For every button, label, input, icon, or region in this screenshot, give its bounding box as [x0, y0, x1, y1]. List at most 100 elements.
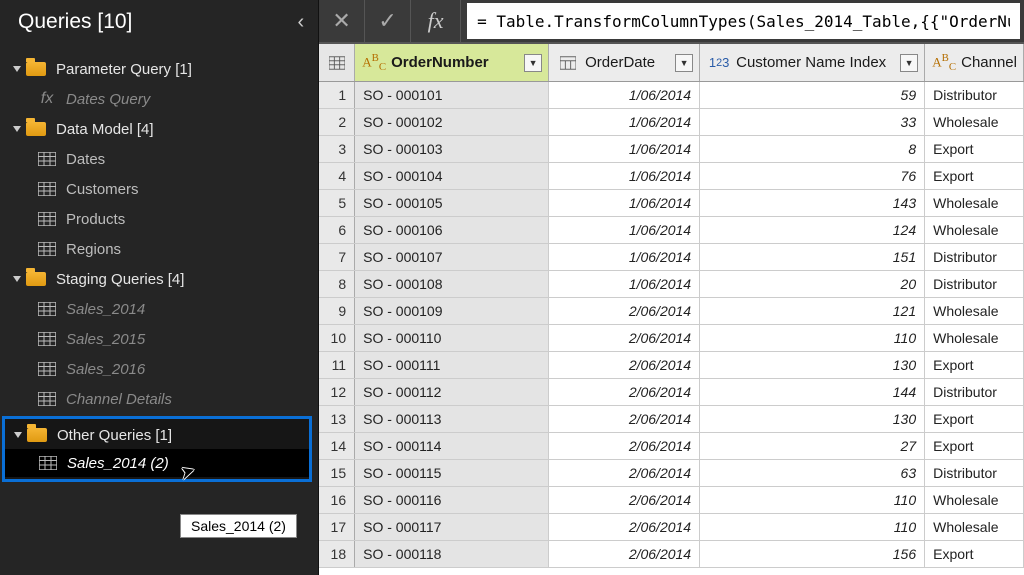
query-item[interactable]: Sales_2016	[0, 354, 318, 384]
queries-group-selected[interactable]: Other Queries [1] Sales_2014 (2) ➤	[2, 416, 312, 482]
column-header-orderdate[interactable]: OrderDate ▼	[549, 44, 700, 81]
row-number[interactable]: 16	[319, 487, 355, 513]
cell-orderdate[interactable]: 2/06/2014	[549, 325, 700, 351]
cell-customerindex[interactable]: 8	[700, 136, 925, 162]
table-row[interactable]: 9SO - 0001092/06/2014121Wholesale	[319, 298, 1024, 325]
cell-customerindex[interactable]: 110	[700, 487, 925, 513]
queries-group[interactable]: Staging Queries [4]	[0, 264, 318, 294]
cell-customerindex[interactable]: 76	[700, 163, 925, 189]
column-header-ordernumber[interactable]: ABC OrderNumber ▼	[355, 44, 549, 81]
cell-orderdate[interactable]: 2/06/2014	[549, 379, 700, 405]
table-row[interactable]: 7SO - 0001071/06/2014151Distributor	[319, 244, 1024, 271]
table-row[interactable]: 3SO - 0001031/06/20148Export	[319, 136, 1024, 163]
row-number[interactable]: 15	[319, 460, 355, 486]
row-number[interactable]: 7	[319, 244, 355, 270]
cell-customerindex[interactable]: 110	[700, 325, 925, 351]
table-row[interactable]: 4SO - 0001041/06/201476Export	[319, 163, 1024, 190]
cell-channel[interactable]: Export	[925, 406, 1024, 432]
cell-ordernumber[interactable]: SO - 000113	[355, 406, 549, 432]
cell-ordernumber[interactable]: SO - 000106	[355, 217, 549, 243]
cell-orderdate[interactable]: 1/06/2014	[549, 82, 700, 108]
row-number[interactable]: 17	[319, 514, 355, 540]
cell-channel[interactable]: Distributor	[925, 244, 1024, 270]
table-row[interactable]: 12SO - 0001122/06/2014144Distributor	[319, 379, 1024, 406]
group-other-queries[interactable]: Other Queries [1]	[5, 421, 309, 449]
cell-customerindex[interactable]: 151	[700, 244, 925, 270]
cell-ordernumber[interactable]: SO - 000111	[355, 352, 549, 378]
table-row[interactable]: 14SO - 0001142/06/201427Export	[319, 433, 1024, 460]
cell-customerindex[interactable]: 110	[700, 514, 925, 540]
queries-group[interactable]: Parameter Query [1]	[0, 54, 318, 84]
cell-ordernumber[interactable]: SO - 000103	[355, 136, 549, 162]
select-all-corner[interactable]	[319, 44, 355, 81]
queries-group[interactable]: Data Model [4]	[0, 114, 318, 144]
cell-ordernumber[interactable]: SO - 000105	[355, 190, 549, 216]
cell-ordernumber[interactable]: SO - 000108	[355, 271, 549, 297]
cell-customerindex[interactable]: 143	[700, 190, 925, 216]
table-row[interactable]: 2SO - 0001021/06/201433Wholesale	[319, 109, 1024, 136]
column-filter-icon[interactable]: ▼	[900, 54, 918, 72]
cell-ordernumber[interactable]: SO - 000110	[355, 325, 549, 351]
row-number[interactable]: 6	[319, 217, 355, 243]
cell-channel[interactable]: Wholesale	[925, 298, 1024, 324]
cell-channel[interactable]: Distributor	[925, 460, 1024, 486]
row-number[interactable]: 18	[319, 541, 355, 567]
fx-icon[interactable]: fx	[411, 0, 461, 43]
cell-channel[interactable]: Wholesale	[925, 487, 1024, 513]
cell-customerindex[interactable]: 121	[700, 298, 925, 324]
cell-channel[interactable]: Distributor	[925, 82, 1024, 108]
cell-orderdate[interactable]: 2/06/2014	[549, 514, 700, 540]
cell-orderdate[interactable]: 2/06/2014	[549, 298, 700, 324]
cell-orderdate[interactable]: 2/06/2014	[549, 541, 700, 567]
column-header-channel[interactable]: ABC Channel	[925, 44, 1024, 81]
table-row[interactable]: 5SO - 0001051/06/2014143Wholesale	[319, 190, 1024, 217]
cell-channel[interactable]: Export	[925, 541, 1024, 567]
cell-orderdate[interactable]: 2/06/2014	[549, 433, 700, 459]
cell-channel[interactable]: Export	[925, 163, 1024, 189]
table-row[interactable]: 18SO - 0001182/06/2014156Export	[319, 541, 1024, 568]
table-row[interactable]: 1SO - 0001011/06/201459Distributor	[319, 82, 1024, 109]
cell-customerindex[interactable]: 63	[700, 460, 925, 486]
column-filter-icon[interactable]: ▼	[675, 54, 693, 72]
cell-orderdate[interactable]: 2/06/2014	[549, 487, 700, 513]
formula-cancel-button[interactable]: ✕	[319, 0, 365, 43]
cell-ordernumber[interactable]: SO - 000116	[355, 487, 549, 513]
cell-ordernumber[interactable]: SO - 000107	[355, 244, 549, 270]
cell-customerindex[interactable]: 27	[700, 433, 925, 459]
query-item[interactable]: Dates	[0, 144, 318, 174]
row-number[interactable]: 10	[319, 325, 355, 351]
cell-ordernumber[interactable]: SO - 000118	[355, 541, 549, 567]
cell-orderdate[interactable]: 1/06/2014	[549, 217, 700, 243]
row-number[interactable]: 3	[319, 136, 355, 162]
cell-channel[interactable]: Distributor	[925, 379, 1024, 405]
row-number[interactable]: 2	[319, 109, 355, 135]
table-row[interactable]: 11SO - 0001112/06/2014130Export	[319, 352, 1024, 379]
table-row[interactable]: 16SO - 0001162/06/2014110Wholesale	[319, 487, 1024, 514]
row-number[interactable]: 1	[319, 82, 355, 108]
row-number[interactable]: 8	[319, 271, 355, 297]
row-number[interactable]: 12	[319, 379, 355, 405]
row-number[interactable]: 5	[319, 190, 355, 216]
cell-ordernumber[interactable]: SO - 000117	[355, 514, 549, 540]
cell-ordernumber[interactable]: SO - 000109	[355, 298, 549, 324]
cell-customerindex[interactable]: 130	[700, 406, 925, 432]
collapse-sidebar-icon[interactable]: ‹	[297, 11, 304, 34]
cell-ordernumber[interactable]: SO - 000115	[355, 460, 549, 486]
query-item[interactable]: Products	[0, 204, 318, 234]
cell-orderdate[interactable]: 2/06/2014	[549, 460, 700, 486]
cell-channel[interactable]: Wholesale	[925, 190, 1024, 216]
cell-channel[interactable]: Wholesale	[925, 514, 1024, 540]
query-item[interactable]: Customers	[0, 174, 318, 204]
cell-ordernumber[interactable]: SO - 000102	[355, 109, 549, 135]
cell-channel[interactable]: Wholesale	[925, 109, 1024, 135]
cell-orderdate[interactable]: 1/06/2014	[549, 244, 700, 270]
formula-commit-button[interactable]: ✓	[365, 0, 411, 43]
cell-channel[interactable]: Export	[925, 136, 1024, 162]
cell-customerindex[interactable]: 20	[700, 271, 925, 297]
cell-orderdate[interactable]: 2/06/2014	[549, 352, 700, 378]
row-number[interactable]: 4	[319, 163, 355, 189]
cell-orderdate[interactable]: 1/06/2014	[549, 190, 700, 216]
query-item[interactable]: fxDates Query	[0, 84, 318, 114]
table-row[interactable]: 8SO - 0001081/06/201420Distributor	[319, 271, 1024, 298]
cell-orderdate[interactable]: 1/06/2014	[549, 271, 700, 297]
